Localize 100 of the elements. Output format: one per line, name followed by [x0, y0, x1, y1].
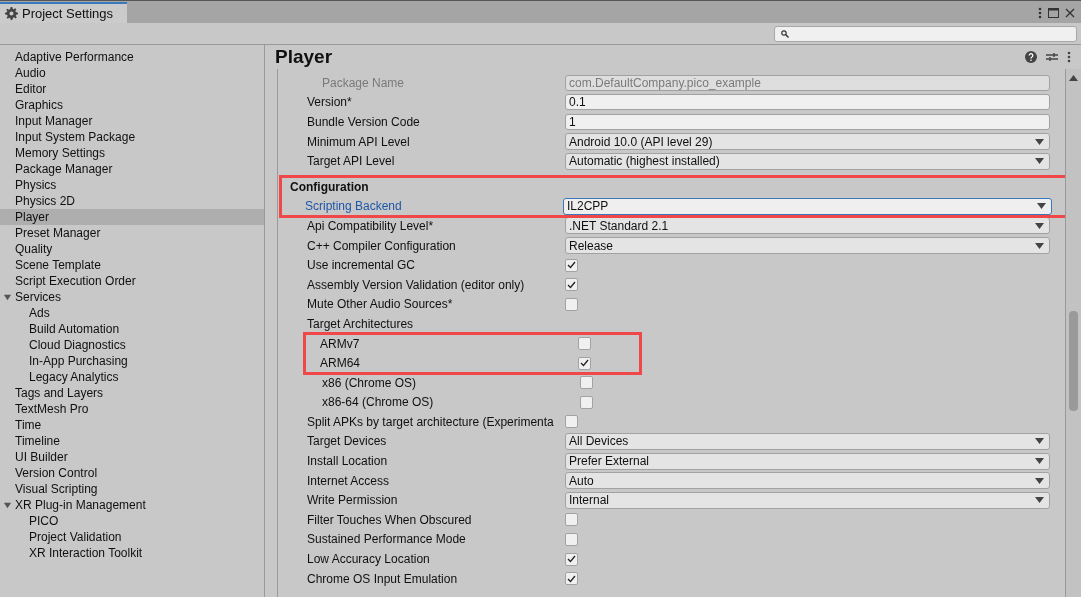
setting-label: Target API Level — [307, 154, 396, 169]
checkbox[interactable] — [565, 572, 578, 586]
dropdown[interactable]: All Devices — [565, 433, 1050, 450]
more-icon[interactable] — [1067, 51, 1071, 63]
sidebar-item[interactable]: Script Execution Order — [0, 273, 264, 289]
sidebar-item[interactable]: Audio — [0, 65, 264, 81]
sidebar-item[interactable]: Tags and Layers — [0, 385, 264, 401]
setting-label: Use incremental GC — [307, 258, 417, 273]
sidebar-item[interactable]: Preset Manager — [0, 225, 264, 241]
setting-label: ARMv7 — [320, 336, 361, 351]
caret-icon — [1037, 203, 1046, 210]
check-icon — [567, 261, 576, 270]
checkbox[interactable] — [565, 278, 578, 292]
help-icon[interactable] — [1025, 51, 1037, 63]
sliders-icon[interactable] — [1046, 51, 1058, 63]
setting-label: Sustained Performance Mode — [307, 532, 467, 547]
sidebar-item[interactable]: Build Automation — [0, 321, 264, 337]
maximize-icon[interactable] — [1048, 7, 1059, 18]
sidebar-item[interactable]: Memory Settings — [0, 145, 264, 161]
sidebar-item[interactable]: Legacy Analytics — [0, 369, 264, 385]
setting-label: C++ Compiler Configuration — [307, 238, 457, 253]
sidebar-item[interactable]: Quality — [0, 241, 264, 257]
sidebar-item[interactable]: Timeline — [0, 433, 264, 449]
sidebar-item[interactable]: TextMesh Pro — [0, 401, 264, 417]
checkbox[interactable] — [578, 337, 591, 350]
dropdown[interactable]: Auto — [565, 472, 1050, 490]
sidebar-item[interactable]: Adaptive Performance — [0, 49, 264, 65]
checkbox[interactable] — [565, 297, 578, 311]
window-title: Project Settings — [22, 6, 114, 21]
sidebar-item[interactable]: Cloud Diagnostics — [0, 337, 264, 353]
sidebar-item[interactable]: Project Validation — [0, 529, 264, 545]
setting-label: Scripting Backend — [305, 199, 403, 214]
setting-label: Low Accuracy Location — [307, 552, 431, 567]
setting-label: Internet Access — [307, 473, 391, 488]
checkbox[interactable] — [580, 376, 593, 390]
close-icon[interactable] — [1065, 7, 1075, 18]
sidebar-item[interactable]: Time — [0, 417, 264, 433]
sidebar-item[interactable]: In-App Purchasing — [0, 353, 264, 369]
sidebar-item[interactable]: XR Interaction Toolkit — [0, 545, 264, 561]
dropdown[interactable]: Android 10.0 (API level 29) — [565, 133, 1050, 151]
sidebar-item[interactable]: XR Plug-in Management — [0, 497, 264, 513]
dropdown[interactable]: Prefer External — [565, 452, 1050, 470]
caret-icon — [1035, 138, 1044, 145]
setting-label: Package Name — [321, 75, 406, 90]
dropdown[interactable]: Automatic (highest installed) — [565, 152, 1050, 170]
setting-label: Bundle Version Code — [307, 115, 421, 129]
sidebar-item[interactable]: Physics 2D — [0, 193, 264, 209]
caret-icon — [1035, 497, 1044, 504]
sidebar-item[interactable]: Ads — [0, 305, 264, 321]
more-icon[interactable] — [1038, 6, 1042, 19]
caret-icon — [1035, 242, 1044, 249]
expanded-arrow-icon[interactable] — [3, 292, 12, 302]
scrollbar-thumb[interactable] — [1069, 311, 1078, 411]
text-field[interactable]: 0.1 — [565, 94, 1050, 111]
text-field[interactable]: 1 — [565, 114, 1050, 130]
checkbox[interactable] — [565, 552, 578, 566]
dropdown[interactable]: Internal — [565, 491, 1050, 509]
checkbox[interactable] — [565, 258, 578, 272]
setting-label: x86-64 (Chrome OS) — [322, 395, 435, 410]
expanded-arrow-icon[interactable] — [3, 500, 12, 510]
setting-label: Minimum API Level — [307, 134, 411, 149]
caret-icon — [1035, 477, 1044, 484]
checkbox[interactable] — [565, 532, 578, 546]
sidebar-item[interactable]: UI Builder — [0, 449, 264, 465]
setting-label: Write Permission — [307, 493, 399, 508]
checkbox[interactable] — [565, 513, 578, 527]
check-icon — [567, 574, 576, 583]
caret-icon — [1035, 458, 1044, 465]
setting-label: Assembly Version Validation (editor only) — [307, 277, 526, 292]
sidebar-item[interactable]: Scene Template — [0, 257, 264, 273]
setting-label: ARM64 — [320, 356, 361, 371]
check-icon — [567, 555, 576, 564]
setting-label: Split APKs by target architecture (Experimenta — [307, 414, 555, 429]
sidebar-item[interactable]: Input Manager — [0, 113, 264, 129]
search-field[interactable] — [774, 25, 1077, 42]
checkbox[interactable] — [578, 356, 591, 370]
checkbox[interactable] — [565, 415, 578, 429]
setting-label: Mute Other Audio Sources* — [307, 297, 454, 312]
gear-icon — [5, 7, 18, 20]
dropdown[interactable]: Release — [565, 237, 1050, 255]
dropdown[interactable]: IL2CPP — [563, 197, 1052, 215]
setting-label: Version* — [307, 95, 353, 110]
sidebar-item[interactable]: Version Control — [0, 465, 264, 481]
scroll-up-icon[interactable] — [1069, 75, 1078, 81]
setting-label: Target Devices — [307, 434, 388, 449]
sidebar-item[interactable]: PICO — [0, 513, 264, 529]
sidebar-item[interactable]: Graphics — [0, 97, 264, 113]
sidebar-item[interactable]: Visual Scripting — [0, 481, 264, 497]
sidebar-item[interactable]: Package Manager — [0, 161, 264, 177]
checkbox[interactable] — [580, 395, 593, 409]
sidebar-item[interactable]: Physics — [0, 177, 264, 193]
setting-label: Chrome OS Input Emulation — [307, 571, 459, 586]
setting-label: Filter Touches When Obscured — [307, 512, 473, 527]
sidebar-item[interactable]: Input System Package — [0, 129, 264, 145]
sidebar-item[interactable]: Player — [0, 209, 264, 225]
scrollbar[interactable] — [1065, 69, 1081, 597]
sidebar-item[interactable]: Editor — [0, 81, 264, 97]
setting-label: Install Location — [307, 454, 389, 469]
sidebar-item[interactable]: Services — [0, 289, 264, 305]
window-tab[interactable]: Project Settings — [0, 2, 128, 23]
